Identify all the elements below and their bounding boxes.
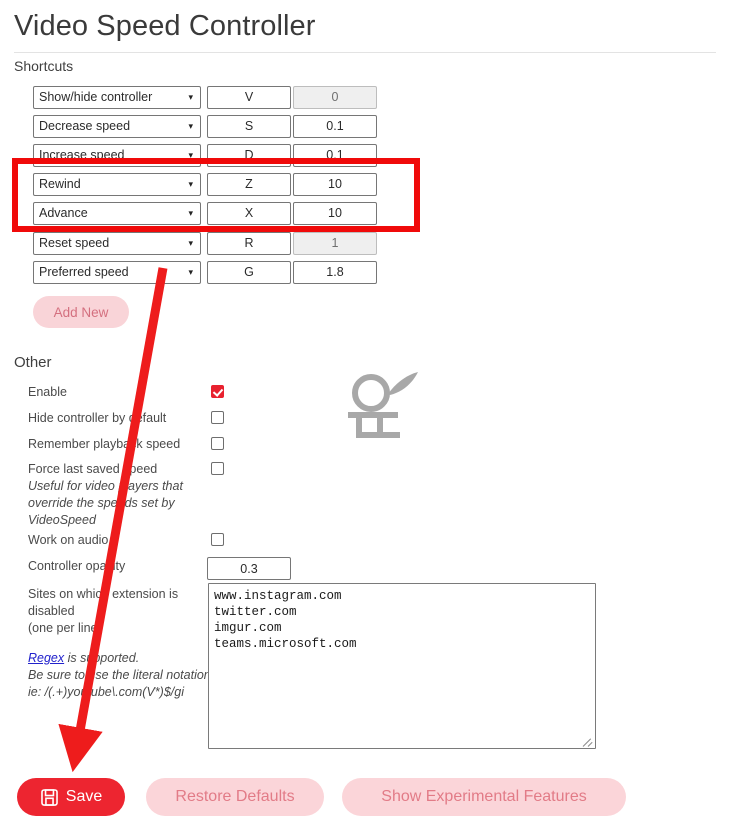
shortcut-value-input[interactable]: 0.1 [293,115,377,138]
videospeed-logo-watermark [348,372,418,438]
shortcuts-section-heading: Shortcuts [14,58,74,74]
chevron-down-icon: ▾ [188,238,193,248]
save-button-label: Save [65,788,103,805]
page-title: Video Speed Controller [14,10,316,42]
save-button[interactable]: Save [17,778,125,816]
annotation-highlight-box [12,158,420,232]
shortcut-action-select[interactable]: Decrease speed ▾ [33,115,201,138]
blacklist-textarea[interactable]: www.instagram.com twitter.com imgur.com … [208,583,596,749]
shortcut-action-select[interactable]: Reset speed ▾ [33,232,201,255]
shortcut-key-input[interactable]: V [207,86,291,109]
regex-link[interactable]: Regex [28,651,64,665]
add-new-shortcut-button[interactable]: Add New [33,296,129,328]
shortcut-key-input[interactable]: G [207,261,291,284]
shortcut-action-select[interactable]: Show/hide controller ▾ [33,86,201,109]
other-option-label: Enable [28,385,67,399]
other-option-label: Work on audio [28,533,109,547]
shortcut-key-input[interactable]: S [207,115,291,138]
controller-opacity-input[interactable] [207,557,291,580]
shortcut-value-input[interactable]: 1.8 [293,261,377,284]
chevron-down-icon: ▾ [188,121,193,131]
shortcut-value-input: 1 [293,232,377,255]
blacklist-label: Sites on which extension is disabled (on… [28,587,179,635]
shortcut-value-input: 0 [293,86,377,109]
show-experimental-features-button[interactable]: Show Experimental Features [342,778,626,816]
other-option-checkbox[interactable] [211,462,224,475]
other-option-label: Remember playback speed [28,437,181,451]
floppy-disk-save-icon [40,788,58,806]
shortcut-key-input[interactable]: R [207,232,291,255]
other-option-label: Force last saved speed [28,462,158,476]
other-section-heading: Other [14,354,52,371]
other-option-checkbox[interactable] [211,385,224,398]
other-option-checkbox[interactable] [211,411,224,424]
other-option-checkbox[interactable] [211,437,224,450]
regex-note: Regex is supported. Be sure to use the l… [28,650,218,701]
chevron-down-icon: ▾ [188,92,193,102]
chevron-down-icon: ▾ [188,267,193,277]
force-last-saved-note: Useful for video players that override t… [28,479,183,527]
other-option-label: Hide controller by default [28,411,167,425]
title-divider [14,52,716,53]
controller-opacity-label: Controller opacity [28,559,126,573]
shortcut-action-select[interactable]: Preferred speed ▾ [33,261,201,284]
restore-defaults-button[interactable]: Restore Defaults [146,778,324,816]
other-option-checkbox[interactable] [211,533,224,546]
